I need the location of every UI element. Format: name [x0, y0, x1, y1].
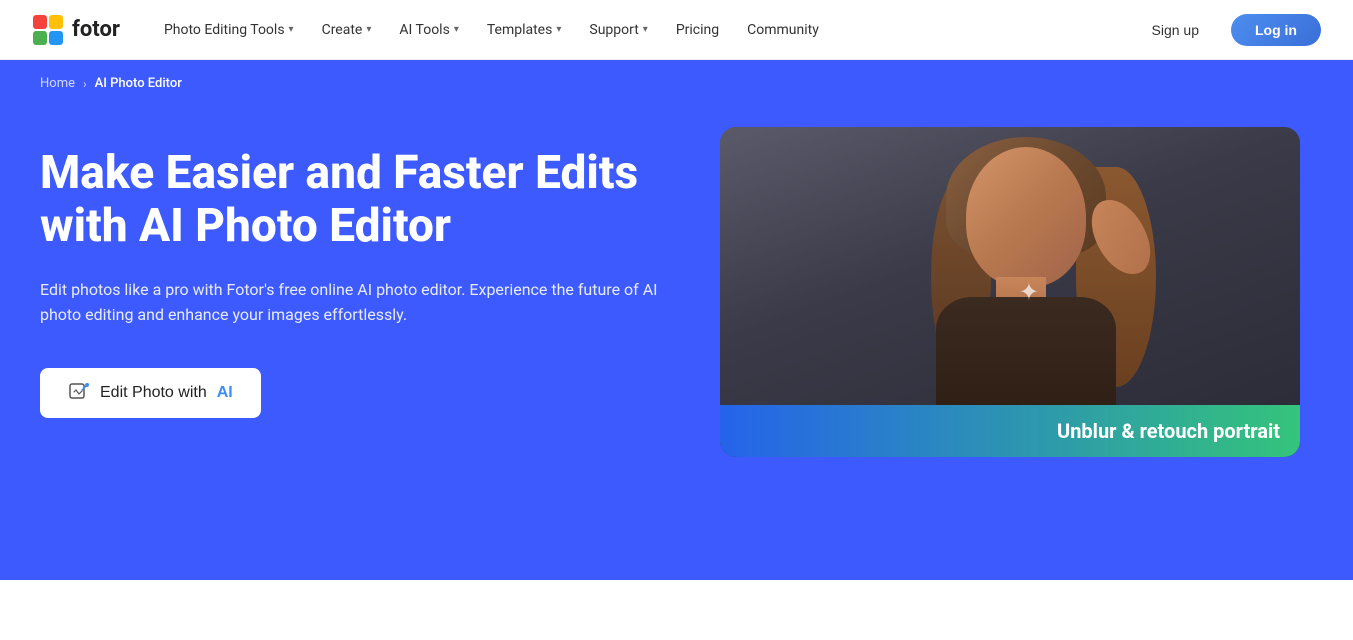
chevron-down-icon: ▾	[556, 24, 561, 35]
chevron-down-icon: ▾	[289, 24, 294, 35]
hero-left: Make Easier and Faster Edits with AI Pho…	[40, 127, 660, 418]
nav-item-templates[interactable]: Templates ▾	[475, 14, 574, 46]
ai-sparkle-icon: ✦	[1019, 278, 1039, 306]
chevron-down-icon: ▾	[643, 24, 648, 35]
nav-item-support[interactable]: Support ▾	[577, 14, 659, 46]
navbar: fotor Photo Editing Tools ▾ Create ▾ AI …	[0, 0, 1353, 60]
bottom-section	[0, 580, 1353, 640]
nav-item-create[interactable]: Create ▾	[310, 14, 384, 46]
hero-title: Make Easier and Faster Edits with AI Pho…	[40, 147, 660, 253]
breadcrumb: Home › AI Photo Editor	[40, 60, 1313, 107]
nav-right: Sign up Log in	[1132, 14, 1321, 46]
image-badge: Unblur & retouch portrait	[720, 405, 1300, 457]
edit-photo-ai-button[interactable]: Edit Photo with AI	[40, 368, 261, 418]
hero-image-area: ✦ Unblur & retouch portrait	[720, 127, 1300, 457]
edit-btn-text-prefix: Edit Photo with	[100, 384, 207, 402]
login-button[interactable]: Log in	[1231, 14, 1321, 46]
nav-links: Photo Editing Tools ▾ Create ▾ AI Tools …	[152, 14, 1132, 46]
hero-section: Home › AI Photo Editor Make Easier and F…	[0, 60, 1353, 580]
breadcrumb-separator: ›	[83, 77, 87, 91]
hero-content: Make Easier and Faster Edits with AI Pho…	[40, 107, 1313, 540]
breadcrumb-home[interactable]: Home	[40, 76, 75, 91]
breadcrumb-current: AI Photo Editor	[95, 76, 182, 91]
nav-item-pricing[interactable]: Pricing	[664, 14, 731, 46]
edit-ai-icon	[68, 382, 90, 404]
chevron-down-icon: ▾	[366, 24, 371, 35]
nav-item-photo-editing-tools[interactable]: Photo Editing Tools ▾	[152, 14, 306, 46]
nav-item-community[interactable]: Community	[735, 14, 831, 46]
signup-button[interactable]: Sign up	[1132, 14, 1219, 46]
portrait-head	[966, 147, 1086, 287]
portrait-image-card: ✦ Unblur & retouch portrait	[720, 127, 1300, 457]
nav-item-ai-tools[interactable]: AI Tools ▾	[387, 14, 470, 46]
brand-name: fotor	[72, 17, 120, 42]
hero-description: Edit photos like a pro with Fotor's free…	[40, 277, 660, 328]
logo-link[interactable]: fotor	[32, 14, 120, 46]
edit-btn-ai-label: AI	[217, 384, 233, 402]
fotor-logo-icon	[32, 14, 64, 46]
chevron-down-icon: ▾	[454, 24, 459, 35]
